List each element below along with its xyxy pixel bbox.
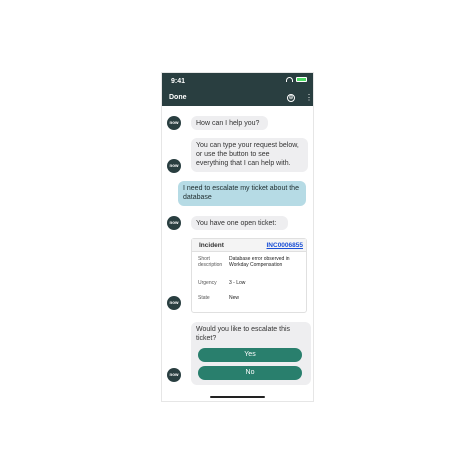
status-time: 9:41 bbox=[171, 78, 186, 85]
home-indicator bbox=[210, 396, 265, 398]
field-value-short-description: Database error observed in Workday Compe… bbox=[229, 256, 290, 268]
no-button[interactable]: No bbox=[198, 366, 302, 380]
battery-icon bbox=[296, 77, 307, 82]
ticket-number-link[interactable]: INC0006855 bbox=[267, 242, 304, 249]
bot-message-open-ticket: You have one open ticket: bbox=[191, 216, 288, 230]
bot-message-intro: You can type your request below, or use … bbox=[191, 138, 308, 172]
more-options-icon[interactable]: ⋮ bbox=[305, 93, 313, 102]
bot-avatar: now bbox=[167, 116, 181, 130]
field-label-short-description: Short description bbox=[198, 256, 223, 268]
field-label-urgency: Urgency bbox=[198, 280, 217, 286]
user-message: I need to escalate my ticket about the d… bbox=[178, 181, 306, 206]
bot-avatar: now bbox=[167, 216, 181, 230]
bot-avatar: now bbox=[167, 296, 181, 310]
field-value-state: New bbox=[229, 295, 240, 301]
yes-button[interactable]: Yes bbox=[198, 348, 302, 362]
done-button[interactable]: Done bbox=[169, 94, 187, 101]
ticket-card-header: Incident INC0006855 bbox=[192, 239, 306, 252]
ticket-card[interactable]: Incident INC0006855 Short description Da… bbox=[191, 238, 307, 313]
bot-message-greeting: How can I help you? bbox=[191, 116, 268, 130]
escalate-prompt: Would you like to escalate this ticket? … bbox=[191, 322, 311, 385]
status-bar: 9:41 bbox=[162, 73, 313, 90]
compose-icon[interactable]: ⊕ bbox=[287, 94, 295, 102]
phone-frame: 9:41 Done ⊕ ⋮ now How can I help you? no… bbox=[161, 72, 314, 402]
escalate-question: Would you like to escalate this ticket? bbox=[196, 326, 291, 342]
bot-avatar: now bbox=[167, 159, 181, 173]
ticket-type-label: Incident bbox=[199, 242, 224, 249]
wifi-icon bbox=[286, 77, 293, 82]
status-icons bbox=[286, 77, 307, 82]
field-label-state: State bbox=[198, 295, 210, 301]
bot-avatar: now bbox=[167, 368, 181, 382]
nav-bar: Done ⊕ ⋮ bbox=[162, 90, 313, 106]
field-value-urgency: 3 - Low bbox=[229, 280, 246, 286]
